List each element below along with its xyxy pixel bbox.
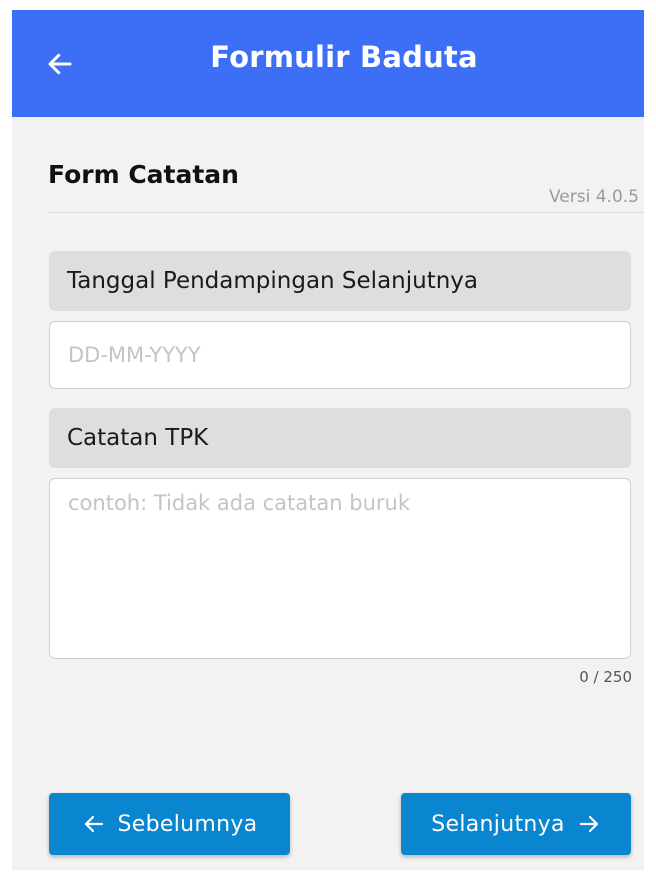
previous-button[interactable]: Sebelumnya: [49, 793, 290, 855]
arrow-right-icon: [577, 812, 601, 836]
arrow-left-icon: [82, 812, 106, 836]
tpk-note-label: Catatan TPK: [49, 408, 631, 468]
section-title: Form Catatan: [48, 160, 239, 189]
next-visit-date-label: Tanggal Pendampingan Selanjutnya: [49, 251, 631, 311]
screen: Formulir Baduta Form Catatan Versi 4.0.5…: [12, 10, 644, 870]
next-visit-date-label-text: Tanggal Pendampingan Selanjutnya: [67, 268, 479, 294]
app-header: Formulir Baduta: [12, 10, 644, 117]
next-visit-date-input[interactable]: [49, 321, 631, 389]
character-counter: 0 / 250: [579, 668, 632, 686]
version-label: Versi 4.0.5: [549, 187, 639, 207]
divider: [48, 212, 644, 213]
page-title: Formulir Baduta: [210, 40, 478, 74]
tpk-note-label-text: Catatan TPK: [67, 425, 209, 451]
next-button[interactable]: Selanjutnya: [401, 793, 631, 855]
next-button-label: Selanjutnya: [431, 811, 565, 837]
tpk-note-textarea[interactable]: [49, 478, 631, 659]
previous-button-label: Sebelumnya: [117, 811, 258, 837]
